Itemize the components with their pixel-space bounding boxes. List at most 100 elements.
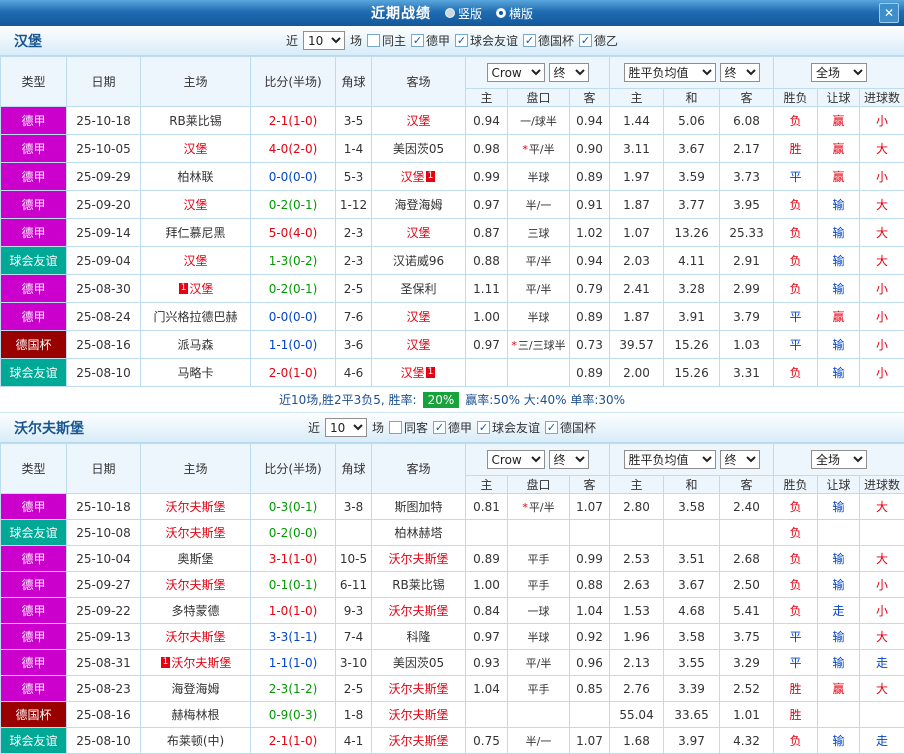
- league-filter-label-wrap[interactable]: ✓德甲: [433, 419, 472, 436]
- team-name-link[interactable]: 门兴格拉德巴赫: [153, 310, 237, 324]
- team-name-link[interactable]: 赫梅林根: [171, 708, 219, 722]
- team-name-link[interactable]: 沃尔夫斯堡: [165, 500, 225, 514]
- team-name-link[interactable]: 海登海姆: [394, 198, 442, 212]
- layout-radio-horizontal[interactable]: 横版: [496, 5, 533, 22]
- odds-away-cell: 0.94: [570, 107, 610, 135]
- league-filter-checkbox[interactable]: ✓: [477, 421, 490, 434]
- team-name-link[interactable]: 沃尔夫斯堡: [388, 604, 448, 618]
- team-name-link[interactable]: 汉堡: [189, 282, 213, 296]
- team-name-link[interactable]: 马略卡: [177, 366, 213, 380]
- odds-away-cell: 0.89: [570, 303, 610, 331]
- avg-final-select[interactable]: 终: [720, 63, 760, 82]
- red-card-badge: 1: [179, 283, 189, 294]
- team-name-link[interactable]: 柏林联: [177, 170, 213, 184]
- odds-company-select[interactable]: Crow: [487, 63, 545, 82]
- team-name-link[interactable]: 沃尔夫斯堡: [388, 734, 448, 748]
- team-name-link[interactable]: 多特蒙德: [171, 604, 219, 618]
- team-name-link[interactable]: 沃尔夫斯堡: [165, 526, 225, 540]
- team-name-link[interactable]: 汉堡: [406, 226, 430, 240]
- league-filter-label: 德乙: [594, 32, 618, 49]
- odds-final-select[interactable]: 终: [549, 450, 589, 469]
- team-name-link[interactable]: 圣保利: [400, 282, 436, 296]
- summary-rest: 赢率:50% 大:40% 单率:30%: [465, 391, 625, 408]
- team-name-link[interactable]: 汉堡: [183, 142, 207, 156]
- team-name-link[interactable]: 沃尔夫斯堡: [388, 552, 448, 566]
- league-filter-label-wrap[interactable]: ✓德国杯: [545, 419, 596, 436]
- team-name-link[interactable]: RB莱比锡: [169, 114, 222, 128]
- team-name-link[interactable]: 布莱顿(中): [167, 734, 224, 748]
- avg-away-cell: 3.31: [720, 359, 774, 387]
- team-name-link[interactable]: 汉堡: [401, 170, 425, 184]
- team-name-link[interactable]: 汉堡: [406, 338, 430, 352]
- handicap-cell: 平手: [508, 546, 570, 572]
- layout-radio-vertical[interactable]: 竖版: [445, 5, 482, 22]
- same-venue-checkbox[interactable]: [367, 34, 380, 47]
- team-name-link[interactable]: 美因茨05: [393, 142, 444, 156]
- same-venue-checkbox[interactable]: [389, 421, 402, 434]
- league-filter-checkbox[interactable]: ✓: [545, 421, 558, 434]
- league-filter-label-wrap[interactable]: ✓球会友谊: [477, 419, 540, 436]
- team-cell: 汉堡: [372, 303, 466, 331]
- team-name-link[interactable]: 奥斯堡: [177, 552, 213, 566]
- league-filter-checkbox[interactable]: ✓: [433, 421, 446, 434]
- team-title: 汉堡: [14, 31, 42, 51]
- team-cell: 汉堡: [372, 331, 466, 359]
- odds-final-select[interactable]: 终: [549, 63, 589, 82]
- team-name-link[interactable]: 沃尔夫斯堡: [388, 708, 448, 722]
- handicap-result-cell: 赢: [818, 303, 860, 331]
- avg-final-select[interactable]: 终: [720, 450, 760, 469]
- team-name-link[interactable]: RB莱比锡: [392, 578, 445, 592]
- handicap-result-cell: 输: [818, 359, 860, 387]
- date-cell: 25-08-24: [67, 303, 141, 331]
- wdl-cell: 胜: [774, 702, 818, 728]
- wdl-cell: 负: [774, 191, 818, 219]
- score-cell: 0-9(0-3): [251, 702, 336, 728]
- same-venue-label-wrap[interactable]: 同客: [389, 419, 428, 436]
- league-filter-label-wrap[interactable]: ✓德甲: [411, 32, 450, 49]
- same-venue-label-wrap[interactable]: 同主: [367, 32, 406, 49]
- team-name-link[interactable]: 美因茨05: [393, 656, 444, 670]
- avg-away-cell: 2.40: [720, 494, 774, 520]
- team-name-link[interactable]: 柏林赫塔: [394, 526, 442, 540]
- match-count-select[interactable]: 10: [325, 418, 367, 437]
- team-name-link[interactable]: 汉诺威96: [393, 254, 444, 268]
- match-row: 德甲25-08-24门兴格拉德巴赫0-0(0-0)7-6汉堡1.00半球0.89…: [1, 303, 904, 331]
- fulltime-select[interactable]: 全场: [811, 63, 867, 82]
- team-name-link[interactable]: 汉堡: [406, 114, 430, 128]
- league-filter-checkbox[interactable]: ✓: [455, 34, 468, 47]
- team-name-link[interactable]: 沃尔夫斯堡: [165, 630, 225, 644]
- avg-odds-select[interactable]: 胜平负均值: [624, 63, 716, 82]
- handicap-cell: [508, 359, 570, 387]
- team-name-link[interactable]: 派马森: [177, 338, 213, 352]
- team-name-link[interactable]: 汉堡: [183, 254, 207, 268]
- close-button[interactable]: ✕: [879, 3, 899, 23]
- league-filter-checkbox[interactable]: ✓: [523, 34, 536, 47]
- team-name-link[interactable]: 沃尔夫斯堡: [388, 682, 448, 696]
- team-name-link[interactable]: 汉堡: [406, 310, 430, 324]
- team-name-link[interactable]: 沃尔夫斯堡: [165, 578, 225, 592]
- match-count-select[interactable]: 10: [303, 31, 345, 50]
- league-filter-label-wrap[interactable]: ✓球会友谊: [455, 32, 518, 49]
- odds-company-select[interactable]: Crow: [487, 450, 545, 469]
- wdl-cell: 胜: [774, 135, 818, 163]
- team-name-link[interactable]: 海登海姆: [171, 682, 219, 696]
- team-name-link[interactable]: 拜仁慕尼黑: [165, 226, 225, 240]
- league-filter-label-wrap[interactable]: ✓德国杯: [523, 32, 574, 49]
- team-name-link[interactable]: 科隆: [406, 630, 430, 644]
- avg-home-cell: 39.57: [610, 331, 664, 359]
- team-cell: 沃尔夫斯堡: [372, 598, 466, 624]
- team-name-link[interactable]: 汉堡: [401, 366, 425, 380]
- wdl-cell: 负: [774, 219, 818, 247]
- league-cell: 德甲: [1, 219, 67, 247]
- team-name-link[interactable]: 斯图加特: [394, 500, 442, 514]
- league-filter-checkbox[interactable]: ✓: [579, 34, 592, 47]
- wdl-cell: 负: [774, 520, 818, 546]
- team-name-link[interactable]: 汉堡: [183, 198, 207, 212]
- team-name-link[interactable]: 沃尔夫斯堡: [171, 656, 231, 670]
- league-filter-label-wrap[interactable]: ✓德乙: [579, 32, 618, 49]
- league-cell: 德甲: [1, 107, 67, 135]
- league-filter-checkbox[interactable]: ✓: [411, 34, 424, 47]
- avg-odds-select[interactable]: 胜平负均值: [624, 450, 716, 469]
- score-cell: 2-0(1-0): [251, 359, 336, 387]
- fulltime-select[interactable]: 全场: [811, 450, 867, 469]
